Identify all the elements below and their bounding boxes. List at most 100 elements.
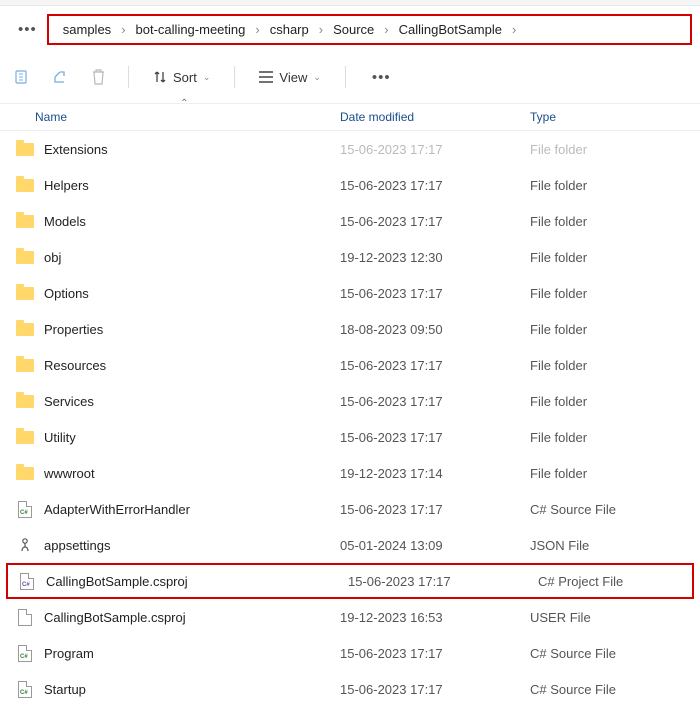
file-name: Program xyxy=(44,646,94,661)
file-type: File folder xyxy=(520,142,700,157)
toolbar-divider xyxy=(128,66,129,88)
breadcrumb: samples›bot-calling-meeting›csharp›Sourc… xyxy=(47,14,692,45)
folder-icon xyxy=(16,141,34,157)
file-type: C# Source File xyxy=(520,502,700,517)
file-date: 15-06-2023 17:17 xyxy=(340,142,520,157)
file-row[interactable]: Program15-06-2023 17:17C# Source File xyxy=(0,635,700,671)
chevron-right-icon: › xyxy=(382,22,390,37)
file-type: File folder xyxy=(520,322,700,337)
file-row[interactable]: Properties 18-08-2023 09:50File folder xyxy=(0,311,700,347)
folder-icon xyxy=(16,285,34,301)
chevron-right-icon: › xyxy=(317,22,325,37)
file-name: appsettings xyxy=(44,538,111,553)
column-header-name[interactable]: Name xyxy=(0,110,340,124)
file-name: Models xyxy=(44,214,86,229)
csharp-file-icon xyxy=(16,645,34,661)
file-row[interactable]: Options15-06-2023 17:17File folder xyxy=(0,275,700,311)
file-type: File folder xyxy=(520,358,700,373)
file-name: Utility xyxy=(44,430,76,445)
cut-button[interactable] xyxy=(8,63,36,91)
file-date: 15-06-2023 17:17 xyxy=(340,646,520,661)
file-row[interactable]: CallingBotSample.csproj19-12-2023 16:53U… xyxy=(0,599,700,635)
file-row[interactable]: CallingBotSample.csproj 15-06-2023 17:17C… xyxy=(6,563,694,599)
file-name: Services xyxy=(44,394,94,409)
file-date: 15-06-2023 17:17 xyxy=(340,358,520,373)
file-type: C# Source File xyxy=(520,682,700,697)
folder-icon xyxy=(16,357,34,373)
view-button[interactable]: View ⌄ xyxy=(251,66,329,89)
file-date: 15-06-2023 17:17 xyxy=(340,682,520,697)
copy-button[interactable] xyxy=(46,63,74,91)
file-type: C# Project File xyxy=(528,574,692,589)
file-row[interactable]: appsettings05-01-2024 13:09JSON File xyxy=(0,527,700,563)
file-date: 15-06-2023 17:17 xyxy=(340,178,520,193)
file-type: File folder xyxy=(520,394,700,409)
toolbar-divider xyxy=(345,66,346,88)
toolbar-divider xyxy=(234,66,235,88)
file-row[interactable]: obj 19-12-2023 12:30File folder xyxy=(0,239,700,275)
file-date: 15-06-2023 17:17 xyxy=(340,430,520,445)
chevron-right-icon: › xyxy=(119,22,127,37)
breadcrumb-bar: ••• samples›bot-calling-meeting›csharp›S… xyxy=(0,6,700,53)
csharp-file-icon xyxy=(16,681,34,697)
file-list: Extensions15-06-2023 17:17File folderHel… xyxy=(0,131,700,707)
file-date: 15-06-2023 17:17 xyxy=(340,502,520,517)
breadcrumb-segment[interactable]: Source xyxy=(325,20,382,39)
folder-icon xyxy=(16,393,34,409)
chevron-down-icon: ⌄ xyxy=(313,72,321,83)
file-row[interactable]: Models15-06-2023 17:17File folder xyxy=(0,203,700,239)
toolbar: Sort ⌄ View ⌄ ••• xyxy=(0,53,700,104)
folder-icon xyxy=(16,321,34,337)
file-row[interactable]: Resources 15-06-2023 17:17File folder xyxy=(0,347,700,383)
folder-icon xyxy=(16,213,34,229)
file-date: 19-12-2023 12:30 xyxy=(340,250,520,265)
file-name: Options xyxy=(44,286,89,301)
breadcrumb-segment[interactable]: samples xyxy=(55,20,119,39)
file-date: 19-12-2023 17:14 xyxy=(340,466,520,481)
chevron-right-icon: › xyxy=(253,22,261,37)
file-row[interactable]: Startup 15-06-2023 17:17C# Source File xyxy=(0,671,700,707)
file-row[interactable]: Helpers15-06-2023 17:17File folder xyxy=(0,167,700,203)
column-header-date[interactable]: Date modified xyxy=(340,110,520,124)
file-date: 18-08-2023 09:50 xyxy=(340,322,520,337)
breadcrumb-segment[interactable]: CallingBotSample xyxy=(391,20,510,39)
file-name: AdapterWithErrorHandler xyxy=(44,502,190,517)
chevron-right-icon: › xyxy=(510,22,518,37)
json-file-icon xyxy=(16,537,34,553)
breadcrumb-overflow-button[interactable]: ••• xyxy=(12,21,43,38)
file-type: File folder xyxy=(520,430,700,445)
delete-button[interactable] xyxy=(84,63,112,91)
file-row[interactable]: Utility 15-06-2023 17:17File folder xyxy=(0,419,700,455)
view-label: View xyxy=(279,70,307,85)
file-row[interactable]: Extensions 15-06-2023 17:17File folder xyxy=(0,131,700,167)
file-name: Helpers xyxy=(44,178,89,193)
file-name: obj xyxy=(44,250,61,265)
folder-icon xyxy=(16,465,34,481)
file-type: JSON File xyxy=(520,538,700,553)
breadcrumb-segment[interactable]: csharp xyxy=(262,20,317,39)
file-type: File folder xyxy=(520,250,700,265)
file-icon xyxy=(16,609,34,625)
file-name: Resources xyxy=(44,358,106,373)
more-button[interactable]: ••• xyxy=(362,69,401,86)
sort-indicator-icon: ⌃ xyxy=(180,98,188,109)
breadcrumb-segment[interactable]: bot-calling-meeting xyxy=(128,20,254,39)
csproj-file-icon xyxy=(18,573,36,589)
folder-icon xyxy=(16,429,34,445)
file-type: File folder xyxy=(520,214,700,229)
file-name: Extensions xyxy=(44,142,108,157)
column-header-type[interactable]: Type xyxy=(520,110,700,124)
file-name: CallingBotSample.csproj xyxy=(46,574,188,589)
sort-button[interactable]: Sort ⌄ xyxy=(145,66,218,89)
file-row[interactable]: Services 15-06-2023 17:17File folder xyxy=(0,383,700,419)
folder-icon xyxy=(16,249,34,265)
chevron-down-icon: ⌄ xyxy=(203,72,211,83)
file-name: Properties xyxy=(44,322,103,337)
file-type: File folder xyxy=(520,466,700,481)
file-date: 15-06-2023 17:17 xyxy=(348,574,528,589)
file-name: Startup xyxy=(44,682,86,697)
file-row[interactable]: AdapterWithErrorHandler 15-06-2023 17:17C… xyxy=(0,491,700,527)
file-date: 15-06-2023 17:17 xyxy=(340,394,520,409)
file-type: USER File xyxy=(520,610,700,625)
file-row[interactable]: wwwroot19-12-2023 17:14File folder xyxy=(0,455,700,491)
